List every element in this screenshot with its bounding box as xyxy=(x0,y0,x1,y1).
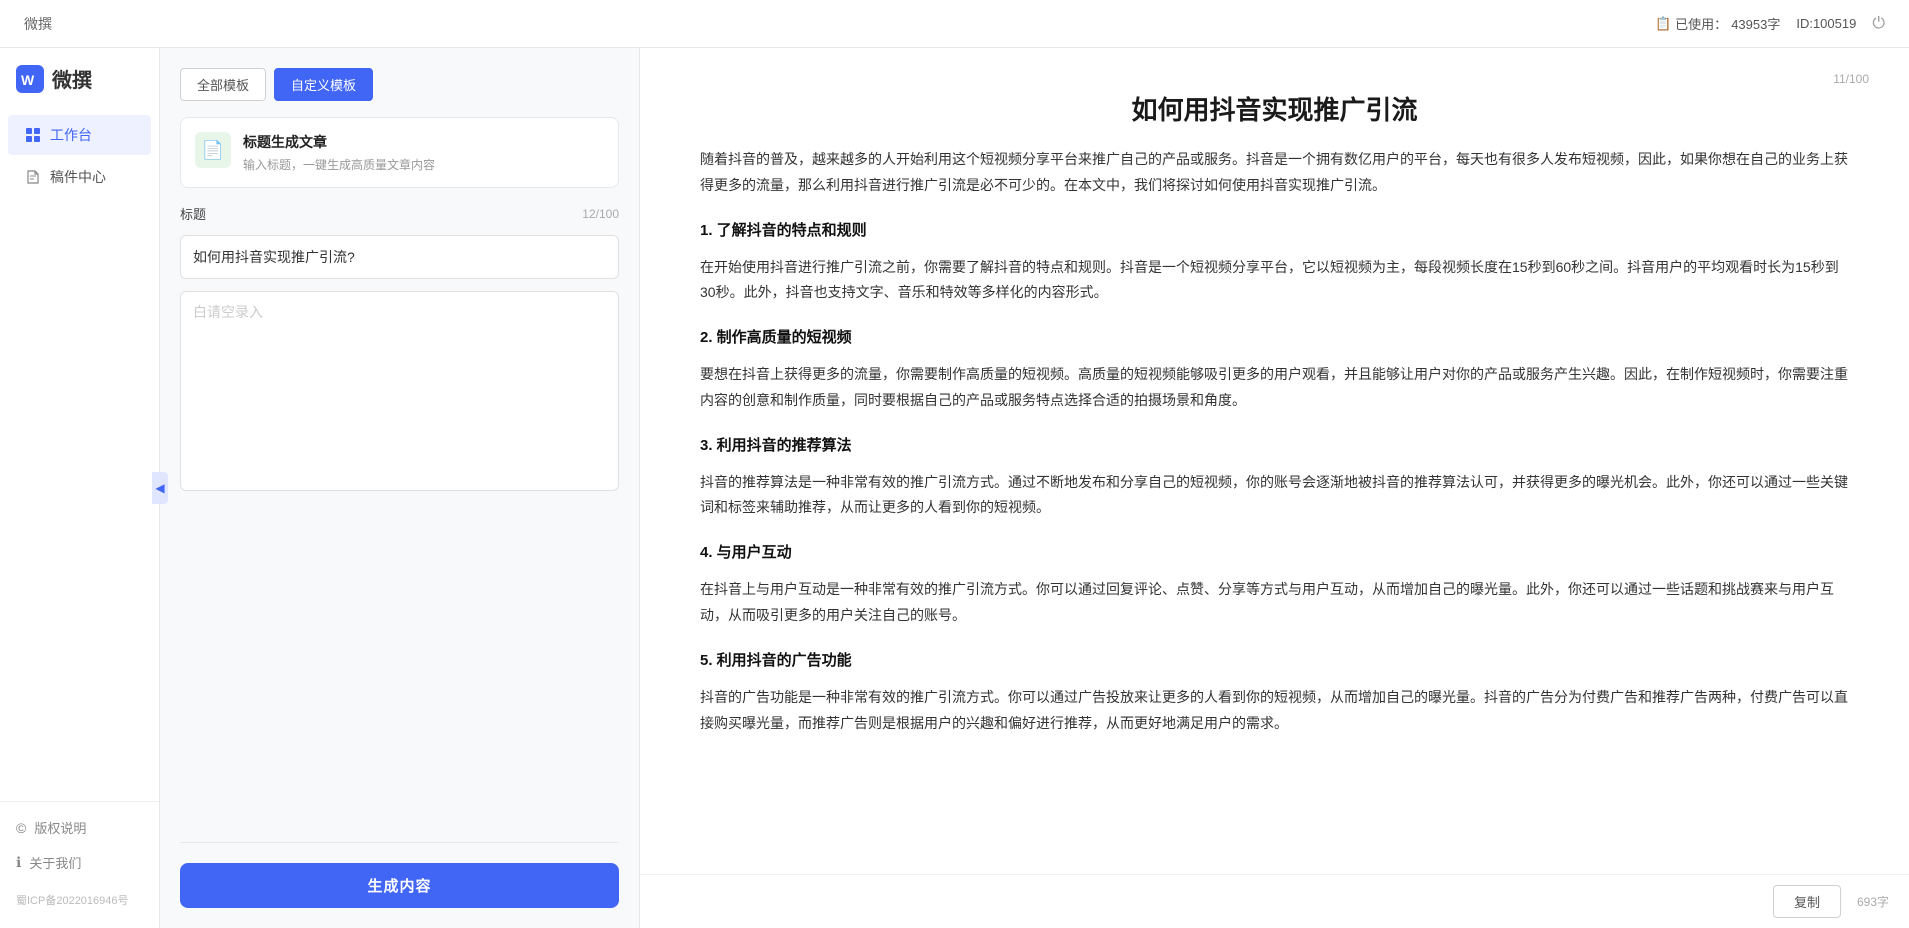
article-heading-3: 2. 制作高质量的短视频 xyxy=(700,324,1849,352)
sidebar-nav: 工作台 稿件中心 xyxy=(0,115,159,197)
article-para-6: 抖音的推荐算法是一种非常有效的推广引流方式。通过不断地发布和分享自己的短视频，你… xyxy=(700,470,1849,522)
tab-row: 全部模板 自定义模板 xyxy=(180,68,619,101)
article-para-4: 要想在抖音上获得更多的流量，你需要制作高质量的短视频。高质量的短视频能够吸引更多… xyxy=(700,362,1849,414)
sidebar: W 微撰 xyxy=(0,48,160,928)
body-placeholder-text: 白请空录入 xyxy=(193,302,263,322)
sidebar-bottom: © 版权说明 ℹ 关于我们 xyxy=(0,801,159,888)
power-icon[interactable]: ⏻ xyxy=(1872,15,1885,33)
sidebar-item-copyright[interactable]: © 版权说明 xyxy=(0,810,159,845)
article-header: 11/100 如何用抖音实现推广引流 xyxy=(640,48,1909,139)
generate-button[interactable]: 生成内容 xyxy=(180,863,619,908)
sidebar-logo: W 微撰 xyxy=(0,64,159,113)
form-section: 标题 12/100 白请空录入 xyxy=(180,204,619,491)
sidebar-item-about[interactable]: ℹ 关于我们 xyxy=(0,845,159,880)
drafts-icon xyxy=(24,168,42,186)
sidebar-item-workbench-label: 工作台 xyxy=(50,125,92,145)
article-title: 如何用抖音实现推广引流 xyxy=(1131,90,1417,127)
right-panel: 11/100 如何用抖音实现推广引流 随着抖音的普及，越来越多的人开始利用这个短… xyxy=(640,48,1909,928)
template-icon: 📄 xyxy=(195,132,231,168)
copy-button[interactable]: 复制 xyxy=(1773,885,1841,918)
topbar-right: 📋 已使用： 43953字 ID:100519 ⏻ xyxy=(1655,14,1885,33)
usage-icon: 📋 xyxy=(1655,16,1671,32)
left-panel: 全部模板 自定义模板 📄 标题生成文章 输入标题，一键生成高质量文章内容 标题 … xyxy=(160,48,640,928)
svg-text:W: W xyxy=(21,72,35,88)
usage-count: 43953字 xyxy=(1731,14,1780,33)
form-label-row: 标题 12/100 xyxy=(180,204,619,223)
article-heading-5: 3. 利用抖音的推荐算法 xyxy=(700,432,1849,460)
sidebar-item-drafts-label: 稿件中心 xyxy=(50,167,106,187)
article-page-count: 11/100 xyxy=(1833,72,1869,86)
tab-all-templates[interactable]: 全部模板 xyxy=(180,68,266,101)
sidebar-logo-text: 微撰 xyxy=(52,64,92,93)
divider xyxy=(180,842,619,843)
copyright-icon: © xyxy=(16,820,26,836)
template-info: 标题生成文章 输入标题，一键生成高质量文章内容 xyxy=(243,132,435,173)
topbar-title: 微撰 xyxy=(24,14,52,34)
article-para-2: 在开始使用抖音进行推广引流之前，你需要了解抖音的特点和规则。抖音是一个短视频分享… xyxy=(700,255,1849,307)
sidebar-item-drafts[interactable]: 稿件中心 xyxy=(8,157,151,197)
main-area: W 微撰 xyxy=(0,48,1909,928)
template-title: 标题生成文章 xyxy=(243,132,435,152)
article-para-0: 随着抖音的普及，越来越多的人开始利用这个短视频分享平台来推广自己的产品或服务。抖… xyxy=(700,147,1849,199)
usage-info: 📋 已使用： 43953字 xyxy=(1655,14,1780,33)
icp-text: 蜀ICP备2022016946号 xyxy=(0,888,159,912)
template-desc: 输入标题，一键生成高质量文章内容 xyxy=(243,156,435,173)
about-label: 关于我们 xyxy=(29,853,81,872)
article-para-10: 抖音的广告功能是一种非常有效的推广引流方式。你可以通过广告投放来让更多的人看到你… xyxy=(700,685,1849,737)
workbench-icon xyxy=(24,126,42,144)
title-label: 标题 xyxy=(180,204,206,223)
sidebar-item-workbench[interactable]: 工作台 xyxy=(8,115,151,155)
about-icon: ℹ xyxy=(16,854,21,871)
article-heading-9: 5. 利用抖音的广告功能 xyxy=(700,647,1849,675)
logo-icon: W xyxy=(16,65,44,93)
word-count: 693字 xyxy=(1857,893,1889,910)
article-para-8: 在抖音上与用户互动是一种非常有效的推广引流方式。你可以通过回复评论、点赞、分享等… xyxy=(700,577,1849,629)
article-footer: 复制 693字 xyxy=(640,874,1909,928)
tab-custom-templates[interactable]: 自定义模板 xyxy=(274,68,373,101)
copyright-label: 版权说明 xyxy=(34,818,86,837)
title-input[interactable] xyxy=(180,235,619,279)
id-info: ID:100519 xyxy=(1796,16,1856,31)
usage-label: 已使用： xyxy=(1675,14,1727,33)
template-card[interactable]: 📄 标题生成文章 输入标题，一键生成高质量文章内容 xyxy=(180,117,619,188)
article-heading-7: 4. 与用户互动 xyxy=(700,539,1849,567)
article-content: 随着抖音的普及，越来越多的人开始利用这个短视频分享平台来推广自己的产品或服务。抖… xyxy=(640,139,1909,874)
body-placeholder[interactable]: 白请空录入 xyxy=(180,291,619,491)
article-heading-1: 1. 了解抖音的特点和规则 xyxy=(700,217,1849,245)
top-bar: 微撰 📋 已使用： 43953字 ID:100519 ⏻ xyxy=(0,0,1909,48)
title-char-count: 12/100 xyxy=(582,207,619,221)
app-container: 微撰 📋 已使用： 43953字 ID:100519 ⏻ W xyxy=(0,0,1909,928)
collapse-handle[interactable]: ◀ xyxy=(152,472,168,504)
